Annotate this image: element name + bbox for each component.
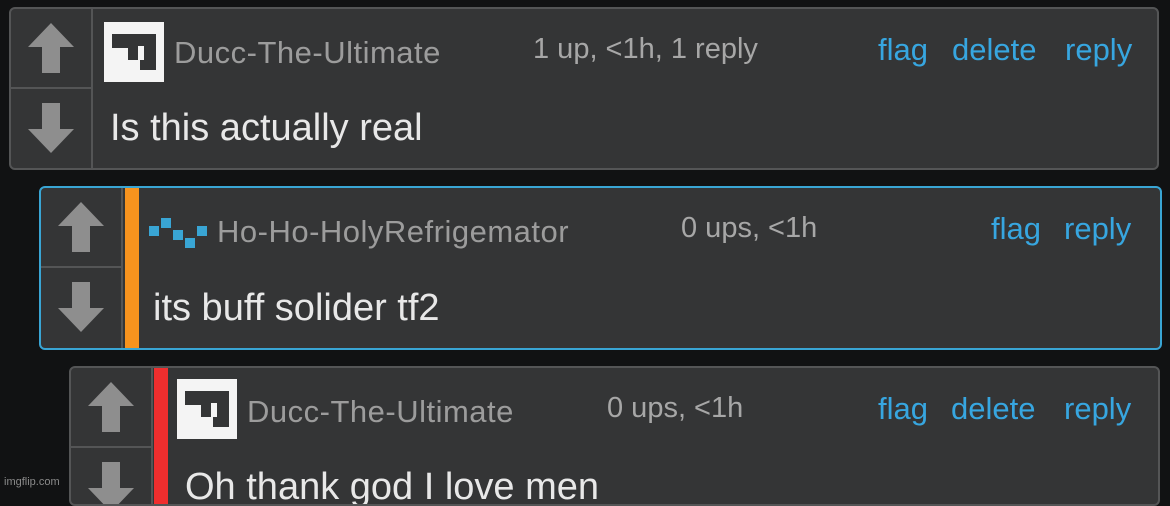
downvote-button[interactable]	[11, 89, 91, 167]
reply-depth-stripe	[154, 368, 168, 504]
vote-column	[41, 188, 123, 348]
comment-meta: 0 ups, <1h	[607, 392, 744, 424]
downvote-button[interactable]	[41, 268, 121, 346]
flag-link[interactable]: flag	[991, 211, 1041, 247]
arrow-up-icon	[88, 382, 134, 432]
flag-link[interactable]: flag	[878, 391, 928, 427]
comment-2: Ho-Ho-HolyRefrigemator 0 ups, <1h flag r…	[39, 186, 1162, 350]
arrow-up-icon	[28, 23, 74, 73]
username-link[interactable]: Ducc-The-Ultimate	[247, 394, 514, 430]
pixel-pattern-icon[interactable]	[147, 216, 211, 248]
delete-link[interactable]: delete	[952, 32, 1036, 68]
comment-text: its buff solider tf2	[153, 287, 440, 329]
comment-1: Ducc-The-Ultimate 1 up, <1h, 1 reply fla…	[9, 7, 1159, 170]
arrow-down-icon	[58, 282, 104, 332]
arrow-up-icon	[58, 202, 104, 252]
arrow-down-icon	[28, 103, 74, 153]
block-logo-icon[interactable]	[104, 22, 164, 82]
upvote-button[interactable]	[71, 368, 151, 448]
flag-link[interactable]: flag	[878, 32, 928, 68]
block-logo-icon[interactable]	[177, 379, 237, 439]
reply-link[interactable]: reply	[1065, 32, 1132, 68]
downvote-button[interactable]	[71, 448, 151, 504]
comment-text: Oh thank god I love men	[185, 466, 600, 506]
username-link[interactable]: Ho-Ho-HolyRefrigemator	[217, 214, 569, 250]
arrow-down-icon	[88, 462, 134, 504]
delete-link[interactable]: delete	[951, 391, 1035, 427]
comment-text: Is this actually real	[110, 107, 423, 149]
comment-meta: 0 ups, <1h	[681, 212, 818, 244]
comment-meta: 1 up, <1h, 1 reply	[533, 33, 758, 65]
reply-link[interactable]: reply	[1064, 391, 1131, 427]
vote-column	[71, 368, 153, 504]
username-link[interactable]: Ducc-The-Ultimate	[174, 35, 441, 71]
comment-3: Ducc-The-Ultimate 0 ups, <1h flag delete…	[69, 366, 1160, 506]
reply-link[interactable]: reply	[1064, 211, 1131, 247]
vote-column	[11, 9, 93, 168]
upvote-button[interactable]	[11, 9, 91, 89]
reply-depth-stripe	[125, 188, 139, 348]
watermark: imgflip.com	[4, 476, 60, 488]
upvote-button[interactable]	[41, 188, 121, 268]
